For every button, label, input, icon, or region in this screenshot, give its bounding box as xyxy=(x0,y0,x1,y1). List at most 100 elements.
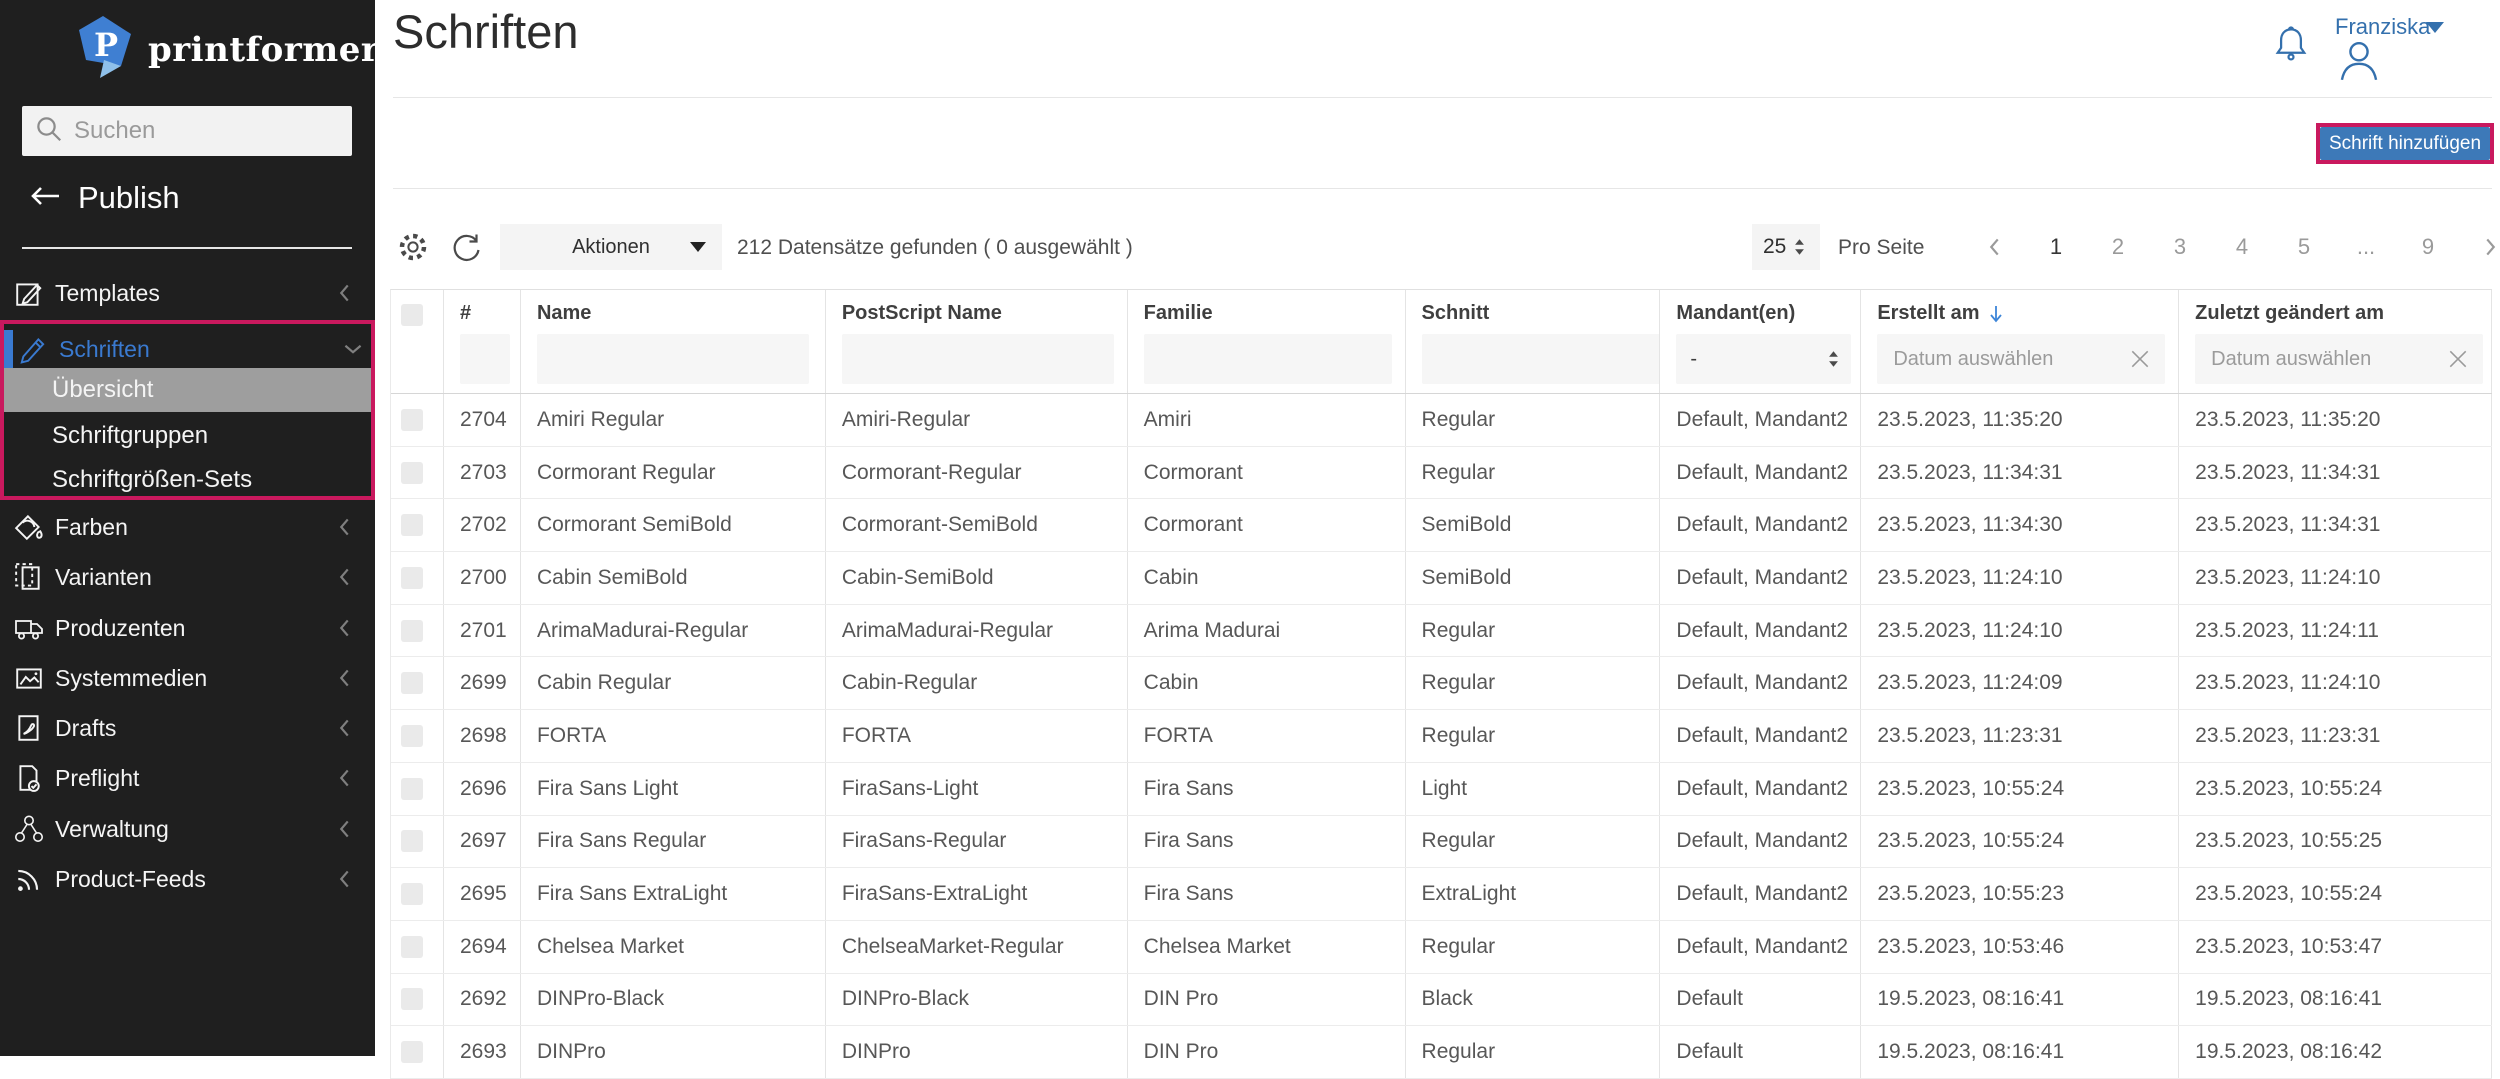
row-checkbox[interactable] xyxy=(401,936,423,958)
row-checkbox[interactable] xyxy=(401,567,423,589)
sidebar-item-systemmedien[interactable]: Systemmedien xyxy=(0,653,375,703)
schriften-annotation-box: Schriften Übersicht Schriftgruppen Schri… xyxy=(0,320,375,500)
table-row: 2704Amiri RegularAmiri-RegularAmiriRegul… xyxy=(391,394,2492,447)
row-checkbox[interactable] xyxy=(401,409,423,431)
cell-postscript: ArimaMadurai-Regular xyxy=(826,605,1128,657)
cell-geaendert: 23.5.2023, 10:53:47 xyxy=(2179,921,2492,973)
search-icon xyxy=(34,114,64,149)
select-all-checkbox[interactable] xyxy=(401,304,423,326)
per-page-select[interactable]: 25 xyxy=(1752,224,1820,270)
sidebar-subitem-uebersicht[interactable]: Übersicht xyxy=(4,368,371,412)
filter-input-name[interactable] xyxy=(537,334,809,384)
filter-select-mandant[interactable]: - xyxy=(1676,334,1851,384)
row-checkbox[interactable] xyxy=(401,778,423,800)
filter-input-schnitt[interactable] xyxy=(1422,334,1661,384)
sidebar-item-label: Produzenten xyxy=(55,615,185,642)
cell-schnitt: Regular xyxy=(1406,394,1661,446)
sidebar-item-preflight[interactable]: Preflight xyxy=(0,753,375,803)
page-button-2[interactable]: 2 xyxy=(2087,228,2149,266)
row-checkbox[interactable] xyxy=(401,988,423,1010)
row-checkbox[interactable] xyxy=(401,462,423,484)
page-button-5[interactable]: 5 xyxy=(2273,228,2335,266)
back-publish-link[interactable]: Publish xyxy=(28,180,180,216)
filter-input-id[interactable] xyxy=(460,334,510,384)
cell-postscript: Cormorant-Regular xyxy=(826,447,1128,499)
filter-input-postscript[interactable] xyxy=(842,334,1114,384)
logo-text: printformer xyxy=(148,30,379,70)
page-list: 12345...9 xyxy=(2025,228,2459,266)
page-button-9[interactable]: 9 xyxy=(2397,228,2459,266)
cell-mandant: Default, Mandant2 xyxy=(1660,868,1861,920)
column-header-mandant[interactable]: Mandant(en) xyxy=(1676,302,1860,325)
clear-x-icon[interactable] xyxy=(2447,348,2469,370)
column-header-geaendert[interactable]: Zuletzt geändert am xyxy=(2195,302,2491,325)
logo[interactable]: P printformer xyxy=(76,14,379,85)
filter-input-familie[interactable] xyxy=(1144,334,1392,384)
column-header-schnitt[interactable]: Schnitt xyxy=(1422,302,1660,325)
sidebar-item-templates[interactable]: Templates xyxy=(0,268,375,318)
add-font-button[interactable]: Schrift hinzufügen xyxy=(2320,127,2490,160)
cell-erstellt: 23.5.2023, 11:34:31 xyxy=(1861,447,2179,499)
date-placeholder: Datum auswählen xyxy=(2211,348,2447,371)
cell-familie: Amiri xyxy=(1128,394,1406,446)
chevron-left-icon xyxy=(338,566,351,588)
sidebar-item-product-feeds[interactable]: Product-Feeds xyxy=(0,854,375,904)
table-row: 2698FORTAFORTAFORTARegularDefault, Manda… xyxy=(391,710,2492,763)
date-filter-geaendert[interactable]: Datum auswählen xyxy=(2195,334,2483,384)
chevron-left-icon xyxy=(338,868,351,890)
user-menu[interactable]: Franziska xyxy=(2335,14,2430,40)
page-button-4[interactable]: 4 xyxy=(2211,228,2273,266)
sidebar-subitem-schriftgruppen[interactable]: Schriftgruppen xyxy=(4,414,371,458)
column-header-postscript[interactable]: PostScript Name xyxy=(842,302,1127,325)
per-page-label: Pro Seite xyxy=(1838,236,1924,260)
cell-familie: Cabin xyxy=(1128,657,1406,709)
sidebar-item-drafts[interactable]: Drafts xyxy=(0,703,375,753)
column-header-familie[interactable]: Familie xyxy=(1144,302,1405,325)
sidebar-item-verwaltung[interactable]: Verwaltung xyxy=(0,804,375,854)
cell-postscript: FiraSans-Regular xyxy=(826,816,1128,868)
cell-name: Chelsea Market xyxy=(521,921,826,973)
date-filter-erstellt[interactable]: Datum auswählen xyxy=(1877,334,2165,384)
row-checkbox[interactable] xyxy=(401,883,423,905)
sidebar-item-varianten[interactable]: Varianten xyxy=(0,552,375,602)
cell-geaendert: 23.5.2023, 11:34:31 xyxy=(2179,447,2492,499)
sidebar-item-produzenten[interactable]: Produzenten xyxy=(0,603,375,653)
sidebar-item-schriften[interactable]: Schriften xyxy=(4,326,371,372)
user-caret-icon[interactable] xyxy=(2426,22,2444,33)
row-checkbox[interactable] xyxy=(401,672,423,694)
clear-x-icon[interactable] xyxy=(2129,348,2151,370)
row-checkbox[interactable] xyxy=(401,1041,423,1063)
cell-erstellt: 23.5.2023, 11:24:10 xyxy=(1861,552,2179,604)
actions-dropdown[interactable]: Aktionen xyxy=(500,224,722,270)
table-row: 2692DINPro-BlackDINPro-BlackDIN ProBlack… xyxy=(391,974,2492,1027)
row-checkbox[interactable] xyxy=(401,830,423,852)
gear-icon[interactable] xyxy=(396,230,430,269)
sidebar-subitem-schriftgroessen-sets[interactable]: Schriftgrößen-Sets xyxy=(4,458,371,502)
search-input[interactable] xyxy=(74,117,384,145)
row-checkbox[interactable] xyxy=(401,514,423,536)
prev-page-icon[interactable] xyxy=(1963,228,2025,266)
cell-mandant: Default, Mandant2 xyxy=(1660,710,1861,762)
column-header-id[interactable]: # xyxy=(460,302,520,325)
image-icon xyxy=(14,663,44,693)
header-divider xyxy=(393,97,2492,98)
main-content: Schriften Franziska Schrift hinzufügen A… xyxy=(375,0,2500,1056)
spinner-icon xyxy=(1828,350,1839,368)
next-page-icon[interactable] xyxy=(2459,228,2500,266)
table-row: 2700Cabin SemiBoldCabin-SemiBoldCabinSem… xyxy=(391,552,2492,605)
notifications-bell-icon[interactable] xyxy=(2273,24,2309,69)
row-checkbox[interactable] xyxy=(401,725,423,747)
column-header-name[interactable]: Name xyxy=(537,302,825,325)
column-header-erstellt[interactable]: Erstellt am xyxy=(1877,302,2178,325)
row-checkbox[interactable] xyxy=(401,620,423,642)
sidebar-item-farben[interactable]: Farben xyxy=(0,502,375,552)
date-placeholder: Datum auswählen xyxy=(1893,348,2129,371)
cell-erstellt: 23.5.2023, 10:55:24 xyxy=(1861,763,2179,815)
page-button-3[interactable]: 3 xyxy=(2149,228,2211,266)
page-button-1[interactable]: 1 xyxy=(2025,228,2087,266)
cell-erstellt: 23.5.2023, 10:55:23 xyxy=(1861,868,2179,920)
refresh-icon[interactable] xyxy=(449,230,483,269)
user-avatar-icon[interactable] xyxy=(2337,38,2381,87)
spinner-icon xyxy=(1794,238,1805,256)
cell-schnitt: Regular xyxy=(1406,447,1661,499)
